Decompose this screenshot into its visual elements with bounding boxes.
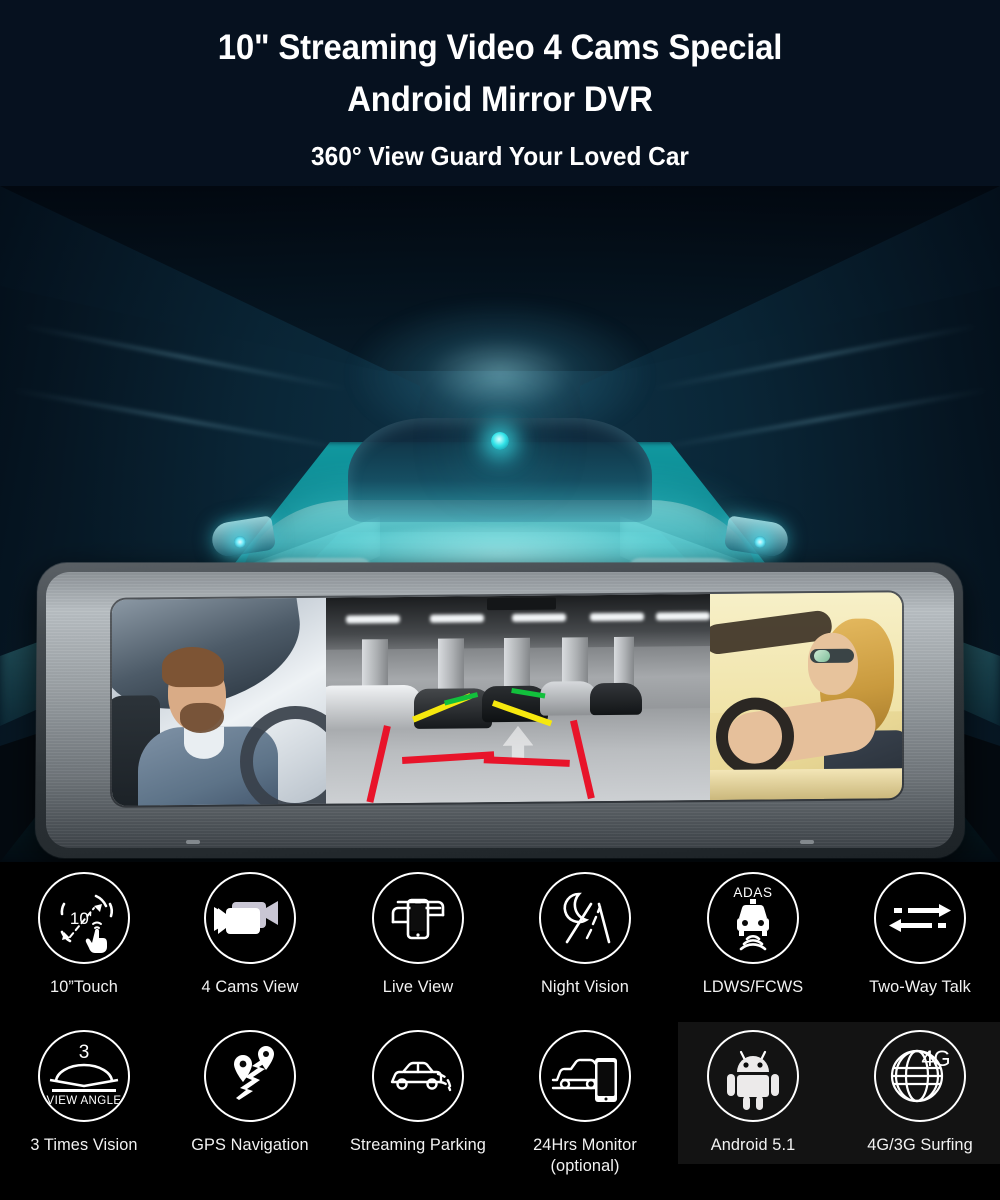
car-door-panel <box>710 768 902 801</box>
garage-light <box>656 612 710 621</box>
page-subtitle: 360° View Guard Your Loved Car <box>311 141 689 171</box>
steering-wheel <box>716 697 794 776</box>
parked-car <box>590 682 642 716</box>
feature-row-2: 3 VIEW ANGLE 3 Times Vision GPS Navigati… <box>0 1030 1000 1176</box>
feature-label: Streaming Parking <box>350 1135 486 1154</box>
android-robot-icon <box>707 1030 799 1122</box>
garage-light <box>430 614 484 623</box>
feature-label: Android 5.1 <box>710 1135 796 1154</box>
roof-camera-led <box>491 432 509 450</box>
feature-streaming-parking[interactable]: Streaming Parking <box>332 1030 504 1176</box>
parked-car <box>326 684 422 730</box>
feature-24hrs-monitor[interactable]: 24Hrs Monitor (optional) <box>504 1030 666 1176</box>
view-angle-icon: 3 VIEW ANGLE <box>38 1030 130 1122</box>
svg-text:VIEW ANGLE: VIEW ANGLE <box>47 1095 122 1107</box>
parked-car <box>414 688 492 729</box>
garage-light <box>346 615 400 624</box>
feature-label: Live View <box>382 977 454 996</box>
screen-pane-front-cabin[interactable] <box>710 592 902 801</box>
live-view-phone-icon <box>372 872 464 964</box>
page-title-line-2: Android Mirror DVR <box>347 80 653 119</box>
side-camera-led-left <box>234 536 246 548</box>
feature-label: LDWS/FCWS <box>702 977 804 996</box>
globe-4g-icon: 4G <box>874 1030 966 1122</box>
feature-label: 24Hrs Monitor (optional) <box>533 1135 637 1175</box>
banner-header: 10" Streaming Video 4 Cams Special Andro… <box>0 0 1000 186</box>
ten-inch-touch-icon: 10' <box>38 872 130 964</box>
night-vision-moon-road-icon <box>539 872 631 964</box>
feature-two-way-talk[interactable]: Two-Way Talk <box>840 872 1000 997</box>
feature-label: 10”Touch <box>50 977 118 996</box>
feature-label: 3 Times Vision <box>30 1135 138 1154</box>
24hrs-monitor-icon <box>539 1030 631 1122</box>
side-camera-led-right <box>754 536 766 548</box>
feature-gps-navigation[interactable]: GPS Navigation <box>168 1030 332 1176</box>
two-way-arrows-icon <box>874 872 966 964</box>
video-camera-icon <box>204 872 296 964</box>
svg-text:3: 3 <box>79 1042 90 1063</box>
feature-label: Two-Way Talk <box>869 977 971 996</box>
screen-pane-rear-parking[interactable] <box>326 594 710 804</box>
feature-label: 4 Cams View <box>201 977 299 996</box>
garage-light <box>512 613 566 622</box>
driver-hair <box>162 646 224 688</box>
svg-text:10': 10' <box>70 909 92 928</box>
feature-grid: 10' 10”Touch 4 Cams View Live View Night… <box>0 862 1000 1200</box>
adas-car-icon: ADAS <box>707 872 799 964</box>
mirror-touch-key[interactable] <box>800 840 814 844</box>
sunglasses-lens <box>814 649 830 663</box>
feature-row-1: 10' 10”Touch 4 Cams View Live View Night… <box>0 872 1000 997</box>
mirror-dvr-device <box>34 562 966 859</box>
streaming-parking-car-icon <box>372 1030 464 1122</box>
feature-4-cams-view[interactable]: 4 Cams View <box>168 872 332 997</box>
passenger-face <box>808 632 858 696</box>
feature-10-inch-touch[interactable]: 10' 10”Touch <box>0 872 168 997</box>
garage-ceiling-duct <box>487 597 557 611</box>
svg-text:4G: 4G <box>921 1046 950 1071</box>
feature-android[interactable]: Android 5.1 <box>666 1030 840 1176</box>
feature-ldws-fcws[interactable]: ADAS LDWS/FCWS <box>666 872 840 997</box>
feature-night-vision[interactable]: Night Vision <box>504 872 666 997</box>
product-banner: 10" Streaming Video 4 Cams Special Andro… <box>0 0 1000 1200</box>
mirror-touch-key[interactable] <box>186 840 200 844</box>
garage-light <box>590 612 644 622</box>
feature-label: Night Vision <box>541 977 629 996</box>
svg-text:ADAS: ADAS <box>733 885 772 900</box>
feature-4g-3g-surfing[interactable]: 4G 4G/3G Surfing <box>840 1030 1000 1176</box>
mirror-screen[interactable] <box>112 592 902 806</box>
feature-live-view[interactable]: Live View <box>332 872 504 997</box>
screen-pane-driver-cabin[interactable] <box>112 597 326 806</box>
feature-label: 4G/3G Surfing <box>867 1135 973 1154</box>
page-title-line-1: 10" Streaming Video 4 Cams Special <box>217 28 783 67</box>
feature-3-times-vision[interactable]: 3 VIEW ANGLE 3 Times Vision <box>0 1030 168 1176</box>
feature-label: GPS Navigation <box>191 1135 309 1154</box>
gps-route-pins-icon <box>204 1030 296 1122</box>
